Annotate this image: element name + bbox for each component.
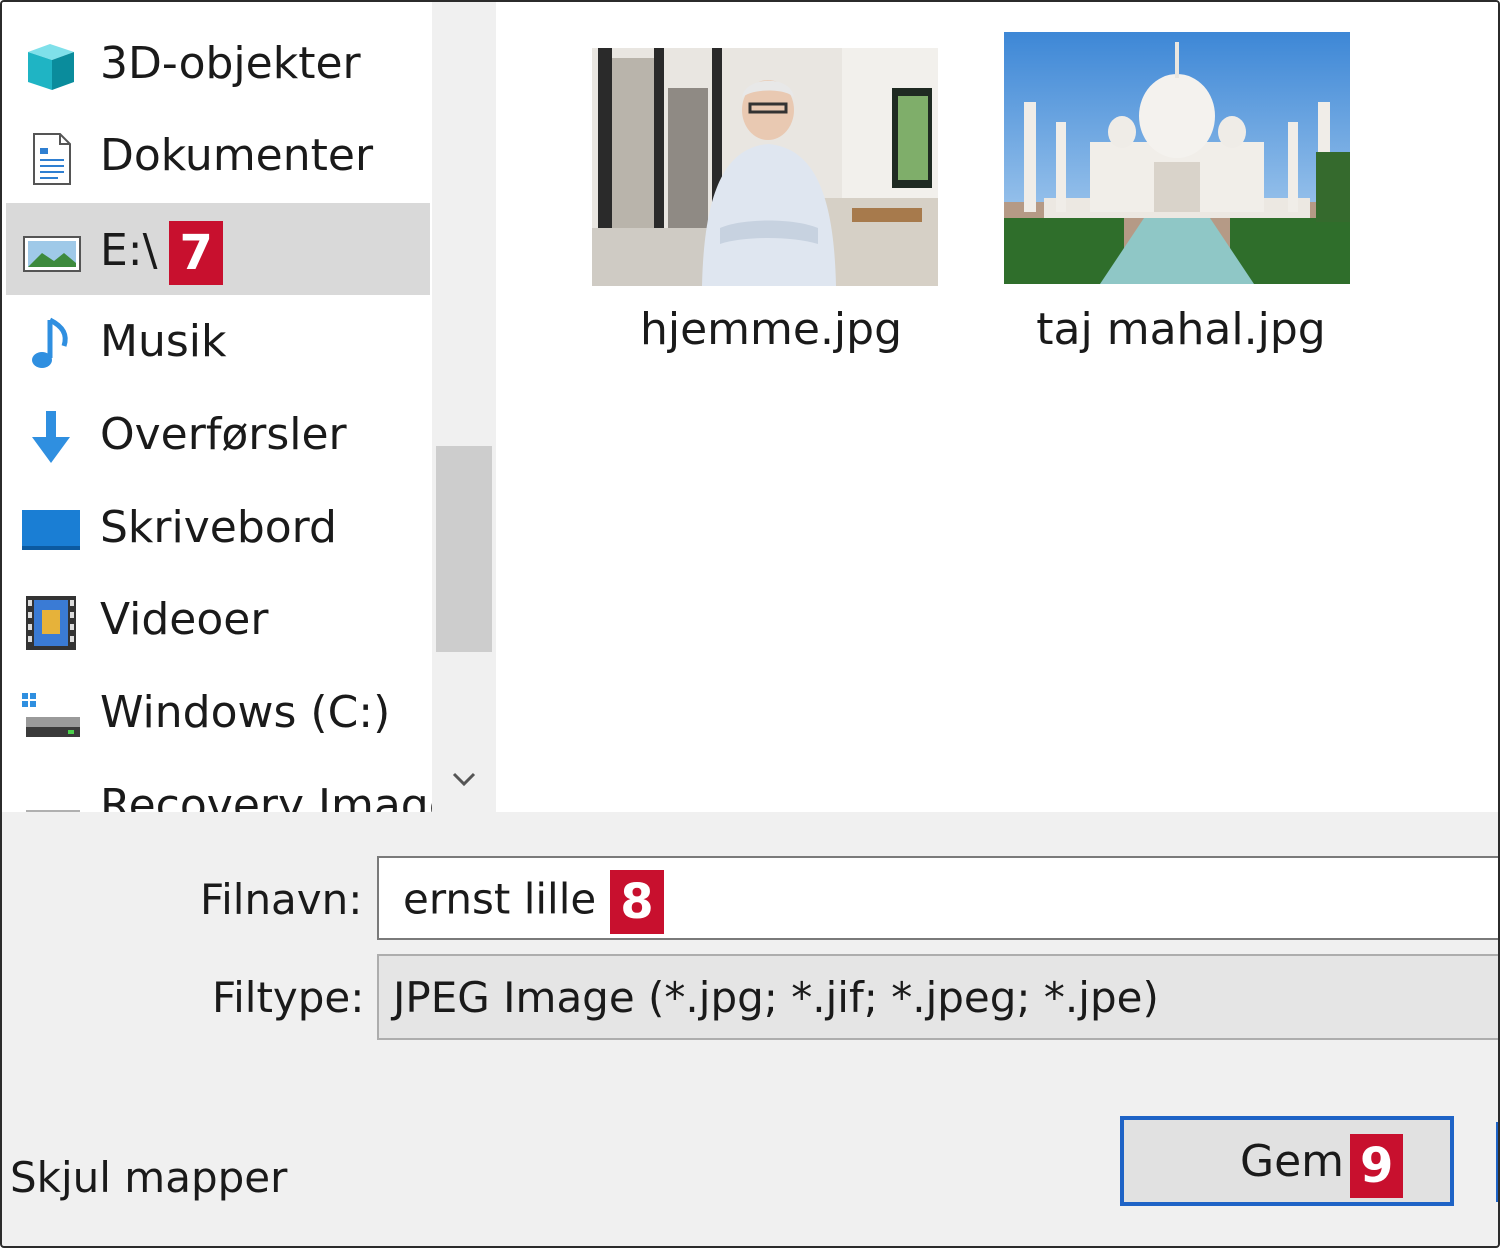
filetype-select[interactable]: JPEG Image (*.jpg; *.jif; *.jpeg; *.jpe) <box>377 954 1498 1040</box>
save-button[interactable]: Gem 9 <box>1120 1116 1454 1206</box>
nav-item-label: Windows (C:) <box>100 687 391 738</box>
music-icon <box>32 317 68 368</box>
step-badge: 7 <box>169 221 223 285</box>
filetype-label: Filtype: <box>212 973 365 1022</box>
filename-label: Filnavn: <box>200 875 363 924</box>
nav-item-windows-c[interactable]: Windows (C:) <box>6 667 430 759</box>
drive-picture-icon <box>23 236 81 272</box>
nav-scrollbar[interactable] <box>432 2 496 812</box>
file-name: taj mahal.jpg <box>1036 304 1326 355</box>
filename-input[interactable]: ernst lille 8 <box>377 856 1498 940</box>
nav-item-label: Skrivebord <box>100 502 337 553</box>
nav-item-label: Musik <box>100 316 227 367</box>
save-button-label: Gem <box>1240 1136 1345 1187</box>
filename-value: ernst lille 8 <box>403 870 664 934</box>
hide-folders-button[interactable]: Skjul mapper <box>10 1150 287 1206</box>
documents-icon <box>33 133 71 185</box>
nav-item-label: E:\ 7 <box>100 221 223 285</box>
downloads-icon <box>32 411 70 463</box>
nav-item-music[interactable]: Musik <box>6 296 430 388</box>
scroll-down-arrow-icon[interactable] <box>446 762 482 798</box>
nav-item-documents[interactable]: Dokumenter <box>6 110 430 202</box>
3d-objects-icon <box>28 44 74 90</box>
nav-item-recovery-image[interactable]: Recovery Image <box>6 760 432 812</box>
windows-drive-icon <box>22 693 80 737</box>
nav-scrollbar-thumb[interactable] <box>436 446 492 652</box>
desktop-icon <box>22 510 80 550</box>
cancel-button-edge[interactable] <box>1496 1122 1498 1202</box>
nav-item-label: 3D-objekter <box>100 38 361 89</box>
step-badge: 9 <box>1350 1134 1404 1198</box>
nav-item-videos[interactable]: Videoer <box>6 574 430 666</box>
navigation-pane: 3D-objekter Dokumenter E:\ 7 Musik Overf… <box>2 2 432 812</box>
filetype-value: JPEG Image (*.jpg; *.jif; *.jpeg; *.jpe) <box>393 973 1159 1022</box>
step-badge: 8 <box>610 870 664 934</box>
save-dialog: 3D-objekter Dokumenter E:\ 7 Musik Overf… <box>0 0 1500 1248</box>
image-thumbnail-icon <box>592 48 938 286</box>
nav-item-label: Videoer <box>100 594 269 645</box>
nav-item-desktop[interactable]: Skrivebord <box>6 482 430 574</box>
nav-item-3d-objects[interactable]: 3D-objekter <box>6 18 430 110</box>
recovery-drive-icon <box>26 810 80 812</box>
file-list: hjemme.jpg taj mahal.jpg <box>496 2 1498 812</box>
file-name: hjemme.jpg <box>639 304 903 355</box>
nav-item-downloads[interactable]: Overførsler <box>6 389 430 481</box>
image-thumbnail-icon <box>1004 32 1350 284</box>
nav-item-e-drive[interactable]: E:\ 7 <box>6 203 430 295</box>
videos-icon <box>26 596 76 650</box>
nav-item-label: Overførsler <box>100 409 347 460</box>
nav-item-label: Dokumenter <box>100 130 374 181</box>
nav-item-label: Recovery Image <box>100 780 432 812</box>
